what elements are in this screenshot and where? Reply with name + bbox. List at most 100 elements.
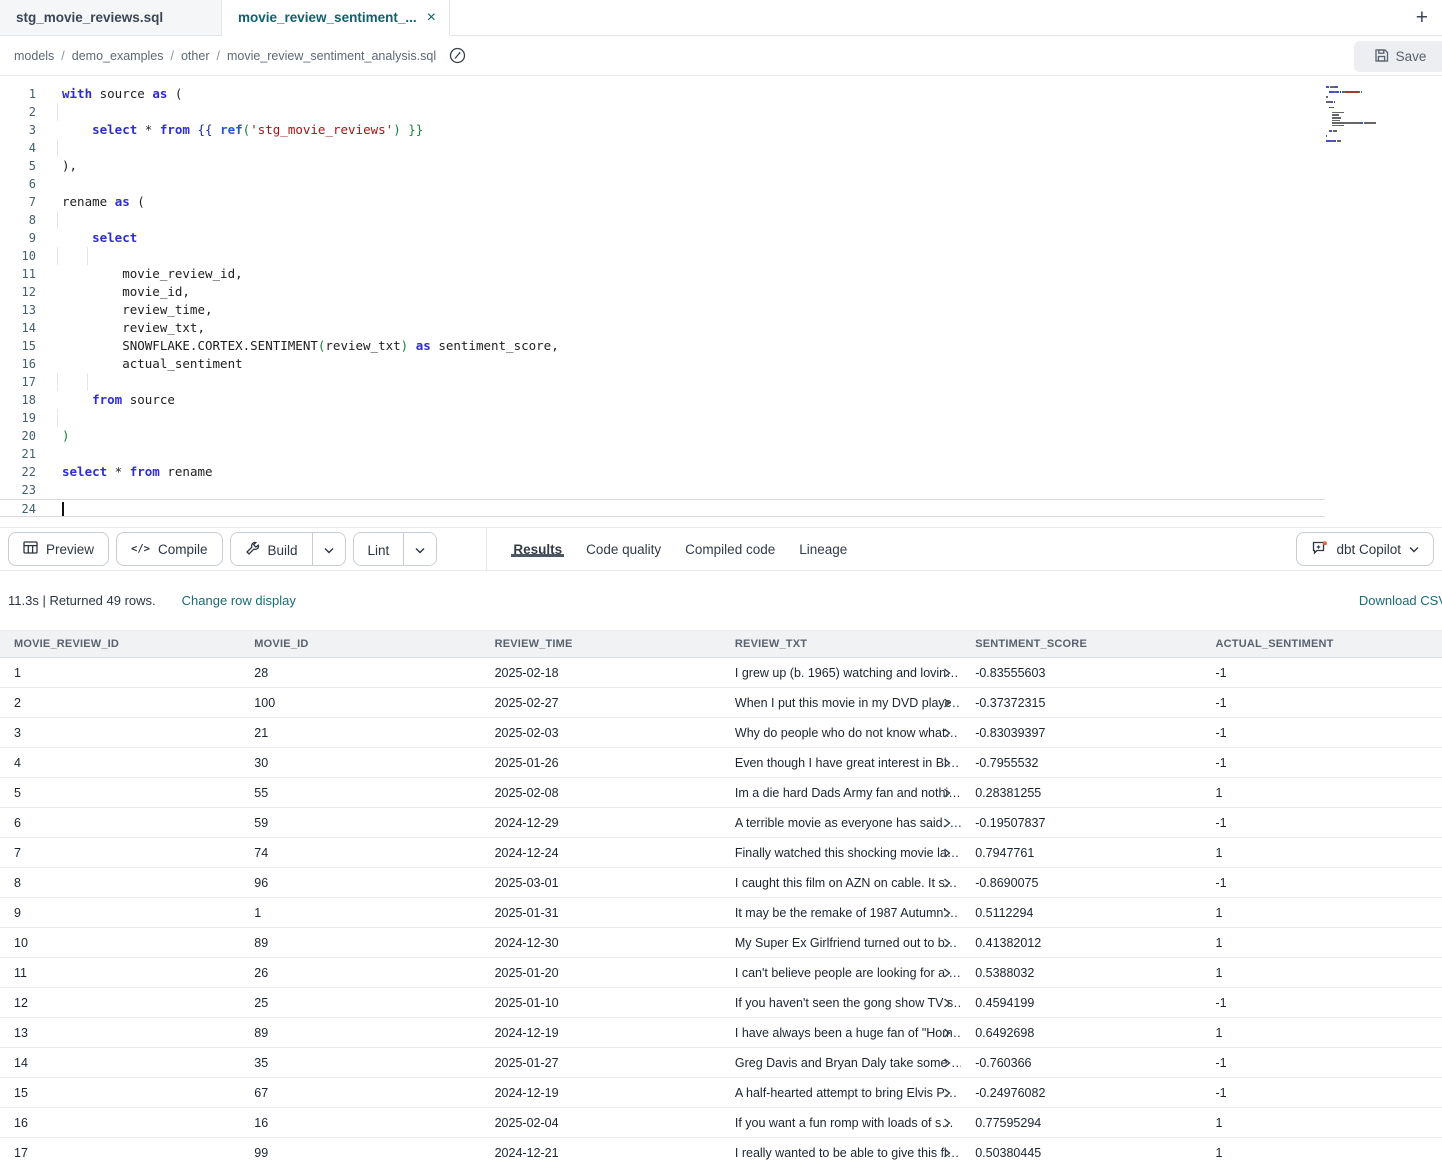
line-number: 21 bbox=[0, 445, 36, 463]
code-line-4[interactable]: 4 bbox=[0, 139, 1442, 157]
build-button[interactable]: Build bbox=[231, 533, 312, 566]
code-line-10[interactable]: 10 bbox=[0, 247, 1442, 265]
expand-cell-icon[interactable] bbox=[943, 848, 951, 858]
cell-actual_sentiment: -1 bbox=[1201, 726, 1441, 740]
cell-review_time: 2025-02-03 bbox=[481, 726, 721, 740]
new-tab-button[interactable]: + bbox=[1416, 7, 1428, 28]
code-line-13[interactable]: 13 review_time, bbox=[0, 301, 1442, 319]
expand-cell-icon[interactable] bbox=[943, 818, 951, 828]
expand-cell-icon[interactable] bbox=[943, 788, 951, 798]
cell-review_time: 2025-02-18 bbox=[481, 666, 721, 680]
docs-compass-icon[interactable] bbox=[449, 47, 466, 64]
code-line-3[interactable]: 3 select * from {{ ref('stg_movie_review… bbox=[0, 121, 1442, 139]
column-header-sentiment_score: SENTIMENT_SCORE bbox=[961, 638, 1201, 650]
cell-sentiment_score: 0.4594199 bbox=[961, 996, 1201, 1010]
expand-cell-icon[interactable] bbox=[943, 998, 951, 1008]
line-number: 13 bbox=[0, 301, 36, 319]
breadcrumb-bar: models / demo_examples / other / movie_r… bbox=[0, 36, 1442, 76]
cell-actual_sentiment: 1 bbox=[1201, 966, 1441, 980]
code-line-9[interactable]: 9 select bbox=[0, 229, 1442, 247]
table-row: 21002025-02-27When I put this movie in m… bbox=[0, 688, 1442, 718]
results-table: MOVIE_REVIEW_IDMOVIE_IDREVIEW_TIMEREVIEW… bbox=[0, 630, 1442, 1166]
code-line-14[interactable]: 14 review_txt, bbox=[0, 319, 1442, 337]
cell-review_time: 2025-01-10 bbox=[481, 996, 721, 1010]
tab-stg-movie-reviews[interactable]: stg_movie_reviews.sql bbox=[0, 0, 222, 35]
cell-movie_review_id: 9 bbox=[0, 906, 240, 920]
preview-button[interactable]: Preview bbox=[8, 532, 109, 566]
minimap[interactable] bbox=[1326, 86, 1398, 148]
expand-cell-icon[interactable] bbox=[943, 728, 951, 738]
cell-sentiment_score: -0.24976082 bbox=[961, 1086, 1201, 1100]
line-number: 14 bbox=[0, 319, 36, 337]
tab-movie-review-sentiment[interactable]: movie_review_sentiment_... × bbox=[222, 0, 450, 35]
cell-movie_id: 25 bbox=[240, 996, 480, 1010]
cell-sentiment_score: -0.19507837 bbox=[961, 816, 1201, 830]
code-line-5[interactable]: 5), bbox=[0, 157, 1442, 175]
code-line-15[interactable]: 15 SNOWFLAKE.CORTEX.SENTIMENT(review_txt… bbox=[0, 337, 1442, 355]
code-line-21[interactable]: 21 bbox=[0, 445, 1442, 463]
expand-cell-icon[interactable] bbox=[943, 968, 951, 978]
compile-button[interactable]: </> Compile bbox=[116, 532, 223, 566]
close-icon[interactable]: × bbox=[427, 9, 436, 27]
expand-cell-icon[interactable] bbox=[943, 1088, 951, 1098]
code-line-8[interactable]: 8 bbox=[0, 211, 1442, 229]
code-line-2[interactable]: 2 bbox=[0, 103, 1442, 121]
lint-button[interactable]: Lint bbox=[354, 533, 404, 566]
expand-cell-icon[interactable] bbox=[943, 908, 951, 918]
cell-movie_id: 89 bbox=[240, 936, 480, 950]
code-line-1[interactable]: 1with source as ( bbox=[0, 85, 1442, 103]
expand-cell-icon[interactable] bbox=[943, 1118, 951, 1128]
cell-movie_id: 55 bbox=[240, 786, 480, 800]
tab-results[interactable]: Results bbox=[513, 542, 562, 557]
cell-movie_id: 100 bbox=[240, 696, 480, 710]
code-line-22[interactable]: 22select * from rename bbox=[0, 463, 1442, 481]
table-row: 11262025-01-20I can't believe people are… bbox=[0, 958, 1442, 988]
change-row-display-link[interactable]: Change row display bbox=[182, 593, 296, 608]
code-line-11[interactable]: 11 movie_review_id, bbox=[0, 265, 1442, 283]
expand-cell-icon[interactable] bbox=[943, 938, 951, 948]
code-line-24[interactable]: 24 bbox=[0, 499, 1325, 517]
cell-review_txt: Even though I have great interest in Bi… bbox=[721, 756, 961, 770]
cell-actual_sentiment: 1 bbox=[1201, 1146, 1441, 1160]
cell-actual_sentiment: 1 bbox=[1201, 906, 1441, 920]
cell-review_time: 2025-01-26 bbox=[481, 756, 721, 770]
code-line-23[interactable]: 23 bbox=[0, 481, 1442, 499]
lint-dropdown-button[interactable] bbox=[403, 533, 436, 566]
cell-review_txt: When I put this movie in my DVD playe… bbox=[721, 696, 961, 710]
cell-review_time: 2024-12-19 bbox=[481, 1086, 721, 1100]
code-line-20[interactable]: 20) bbox=[0, 427, 1442, 445]
code-line-19[interactable]: 19 bbox=[0, 409, 1442, 427]
expand-cell-icon[interactable] bbox=[943, 758, 951, 768]
cell-movie_review_id: 16 bbox=[0, 1116, 240, 1130]
code-line-6[interactable]: 6 bbox=[0, 175, 1442, 193]
cell-movie_review_id: 12 bbox=[0, 996, 240, 1010]
tab-lineage[interactable]: Lineage bbox=[799, 542, 847, 557]
build-dropdown-button[interactable] bbox=[312, 533, 345, 566]
download-csv-link[interactable]: Download CSV bbox=[1359, 593, 1442, 608]
code-line-17[interactable]: 17 bbox=[0, 373, 1442, 391]
cell-review_txt: Finally watched this shocking movie la… bbox=[721, 846, 961, 860]
expand-cell-icon[interactable] bbox=[943, 1058, 951, 1068]
table-row: 4302025-01-26Even though I have great in… bbox=[0, 748, 1442, 778]
cell-movie_review_id: 15 bbox=[0, 1086, 240, 1100]
save-button[interactable]: Save bbox=[1354, 41, 1442, 72]
table-row: 13892024-12-19I have always been a huge … bbox=[0, 1018, 1442, 1048]
expand-cell-icon[interactable] bbox=[943, 1028, 951, 1038]
line-number: 16 bbox=[0, 355, 36, 373]
expand-cell-icon[interactable] bbox=[943, 1148, 951, 1158]
code-editor[interactable]: 1with source as (23 select * from {{ ref… bbox=[0, 76, 1442, 528]
code-line-7[interactable]: 7rename as ( bbox=[0, 193, 1442, 211]
dbt-copilot-button[interactable]: dbt Copilot bbox=[1296, 532, 1434, 566]
expand-cell-icon[interactable] bbox=[943, 668, 951, 678]
code-line-18[interactable]: 18 from source bbox=[0, 391, 1442, 409]
copilot-sparkle-icon bbox=[1311, 540, 1328, 559]
cell-review_time: 2025-02-08 bbox=[481, 786, 721, 800]
expand-cell-icon[interactable] bbox=[943, 878, 951, 888]
expand-cell-icon[interactable] bbox=[943, 698, 951, 708]
code-line-16[interactable]: 16 actual_sentiment bbox=[0, 355, 1442, 373]
cell-review_time: 2025-03-01 bbox=[481, 876, 721, 890]
cell-review_txt: It may be the remake of 1987 Autumn'… bbox=[721, 906, 961, 920]
code-line-12[interactable]: 12 movie_id, bbox=[0, 283, 1442, 301]
tab-code-quality[interactable]: Code quality bbox=[586, 542, 661, 557]
tab-compiled-code[interactable]: Compiled code bbox=[685, 542, 775, 557]
